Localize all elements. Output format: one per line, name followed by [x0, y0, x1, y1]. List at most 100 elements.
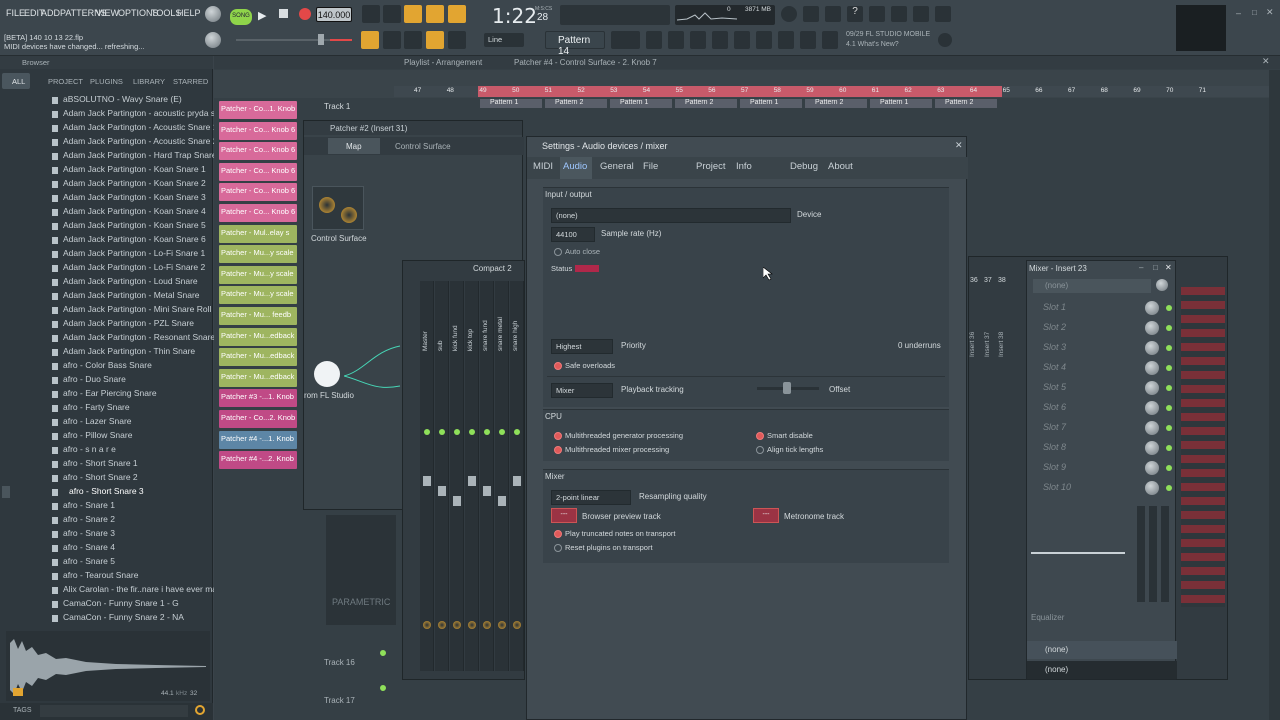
browser-file-item[interactable]: aBSOLUTNO - Wavy Snare (E) [63, 94, 182, 104]
playlist-icon[interactable] [624, 31, 640, 49]
browser-file-item[interactable]: Adam Jack Partington - Loud Snare [63, 276, 198, 286]
automation-clip[interactable]: Patcher - Mu... feedb [219, 307, 297, 325]
browser-tab-all[interactable]: ALL [12, 77, 25, 86]
metronome-track-button[interactable]: --- [753, 508, 779, 523]
strip-fader[interactable] [513, 476, 521, 486]
download-icon[interactable] [935, 6, 951, 22]
safe-overloads-checkbox[interactable] [554, 362, 562, 370]
pattern-song-icon[interactable] [361, 31, 379, 49]
browser-file-item[interactable]: Adam Jack Partington - Acoustic Snare 2 [63, 136, 218, 146]
automation-clip[interactable]: Patcher #3 -...1. Knob [219, 389, 297, 408]
plugin-picker-icon[interactable] [756, 31, 772, 49]
metronome-icon[interactable] [362, 5, 380, 23]
plugin-database-icon[interactable] [734, 31, 750, 49]
slot-mix-knob[interactable] [1145, 341, 1159, 355]
browser-file-item[interactable]: Adam Jack Partington - Hard Trap Snare [63, 150, 217, 160]
touch-keyboard-icon[interactable] [822, 31, 838, 49]
slot-mix-knob[interactable] [1145, 481, 1159, 495]
settings-close-icon[interactable]: ✕ [955, 140, 963, 151]
strip-enable-led[interactable] [514, 429, 520, 435]
browser-file-item[interactable]: Adam Jack Partington - acoustic pryda sn… [63, 108, 232, 118]
brush-icon[interactable] [800, 31, 816, 49]
playback-tracking-select[interactable]: Mixer [551, 383, 613, 398]
control-surface-node[interactable] [312, 186, 364, 230]
tab-project[interactable]: Project [696, 161, 726, 172]
strip-pan-knob[interactable] [468, 621, 476, 629]
track-17-led[interactable] [380, 685, 386, 691]
mixer-strip[interactable]: kick fund [450, 281, 464, 671]
slot-enable-led[interactable] [1166, 305, 1172, 311]
automation-clip[interactable]: Patcher - Mu...y scale [219, 245, 297, 264]
strip-fader[interactable] [438, 486, 446, 496]
mixer-insert-minimize-icon[interactable]: ‒ [1139, 263, 1143, 272]
mixer-icon[interactable] [690, 31, 706, 49]
mt-mixer-label[interactable]: Multithreaded mixer processing [565, 445, 669, 454]
wait-input-icon[interactable] [383, 5, 401, 23]
minimize-icon[interactable]: ‒ [1236, 8, 1241, 18]
record-icon[interactable] [299, 8, 311, 20]
mixer-strip[interactable]: sub [435, 281, 449, 671]
maximize-icon[interactable]: □ [1252, 8, 1257, 17]
priority-select[interactable]: Highest [551, 339, 613, 354]
mixer-insert-titlebar[interactable]: Mixer - Insert 23 ‒ □ ✕ [1027, 263, 1177, 275]
browser-file-item[interactable]: afro - Tearout Snare [63, 570, 138, 580]
sample-rate-select[interactable]: 44100 [551, 227, 595, 242]
browser-file-item[interactable]: afro - Snare 5 [63, 556, 115, 566]
automation-clip[interactable]: Patcher - Co... Knob 6 [219, 204, 297, 222]
browser-icon[interactable] [712, 31, 728, 49]
node-knob-1[interactable] [319, 197, 335, 213]
menu-add[interactable]: ADD [41, 8, 60, 18]
stop-icon[interactable] [279, 9, 288, 18]
insert-fader-track-1[interactable] [1137, 506, 1145, 602]
pattern-clip[interactable]: Pattern 2 [935, 99, 997, 108]
strip-pan-knob[interactable] [423, 621, 431, 629]
browser-file-item[interactable]: afro - Pillow Snare [63, 430, 132, 440]
slot-mix-knob[interactable] [1145, 441, 1159, 455]
automation-clip[interactable]: Patcher - Co...2. Knob [219, 410, 297, 428]
slot-mix-knob[interactable] [1145, 321, 1159, 335]
browser-file-item[interactable]: afro - Short Snare 3 [69, 486, 144, 496]
browser-file-item[interactable]: Adam Jack Partington - PZL Snare [63, 318, 194, 328]
playlist-close-icon[interactable]: ✕ [1262, 56, 1270, 67]
pattern-clip[interactable]: Pattern 2 [545, 99, 607, 108]
browser-file-item[interactable]: afro - Short Snare 2 [63, 472, 138, 482]
automation-clip[interactable]: Patcher #4 -...2. Knob [219, 451, 297, 470]
strip-pan-knob[interactable] [483, 621, 491, 629]
browser-file-item[interactable]: afro - Snare 2 [63, 514, 115, 524]
slot-enable-led[interactable] [1166, 485, 1172, 491]
news-line-2[interactable]: 4.1 What's New? [846, 41, 899, 48]
tab-info[interactable]: Info [736, 161, 752, 172]
mixer-strip[interactable]: kick top [465, 281, 479, 671]
stamp-icon[interactable] [448, 31, 466, 49]
reset-plugins-checkbox[interactable] [554, 544, 562, 552]
playlist-scrollbar[interactable] [1269, 70, 1280, 720]
node-knob-2[interactable] [341, 207, 357, 223]
microphone-icon[interactable] [825, 6, 841, 22]
slot-mix-knob[interactable] [1145, 401, 1159, 415]
slot-enable-led[interactable] [1166, 345, 1172, 351]
pattern-clip[interactable]: Pattern 1 [870, 99, 932, 108]
browser-file-item[interactable]: afro - Snare 4 [63, 542, 115, 552]
preview-track-button[interactable]: --- [551, 508, 577, 523]
master-volume-handle[interactable] [318, 34, 324, 45]
browser-file-item[interactable]: afro - Ear Piercing Snare [63, 388, 157, 398]
device-select[interactable]: (none) [551, 208, 791, 223]
eq-display[interactable] [1031, 506, 1127, 602]
strip-pan-knob[interactable] [498, 621, 506, 629]
mixer-insert-maximize-icon[interactable]: □ [1153, 263, 1158, 272]
browser-file-item[interactable]: afro - s n a r e [63, 444, 116, 454]
browser-tab-starred[interactable]: STARRED [173, 77, 208, 86]
slot-mix-knob[interactable] [1145, 361, 1159, 375]
pencil-icon[interactable] [404, 31, 422, 49]
insert-fader-track-2[interactable] [1149, 506, 1157, 602]
browser-file-item[interactable]: Adam Jack Partington - Acoustic Snare 1 [63, 122, 218, 132]
mixer-strip[interactable]: Master [420, 281, 434, 671]
align-ticks-label[interactable]: Align tick lengths [767, 445, 823, 454]
automation-clip[interactable]: Patcher - Mu...edback [219, 327, 297, 346]
news-gear-icon[interactable] [938, 33, 952, 47]
export-icon[interactable] [891, 6, 907, 22]
master-pitch-knob[interactable] [205, 32, 221, 48]
pattern-clip[interactable]: Pattern 2 [805, 99, 867, 108]
browser-file-item[interactable]: afro - Short Snare 1 [63, 458, 138, 468]
help-icon[interactable]: ? [847, 6, 863, 22]
